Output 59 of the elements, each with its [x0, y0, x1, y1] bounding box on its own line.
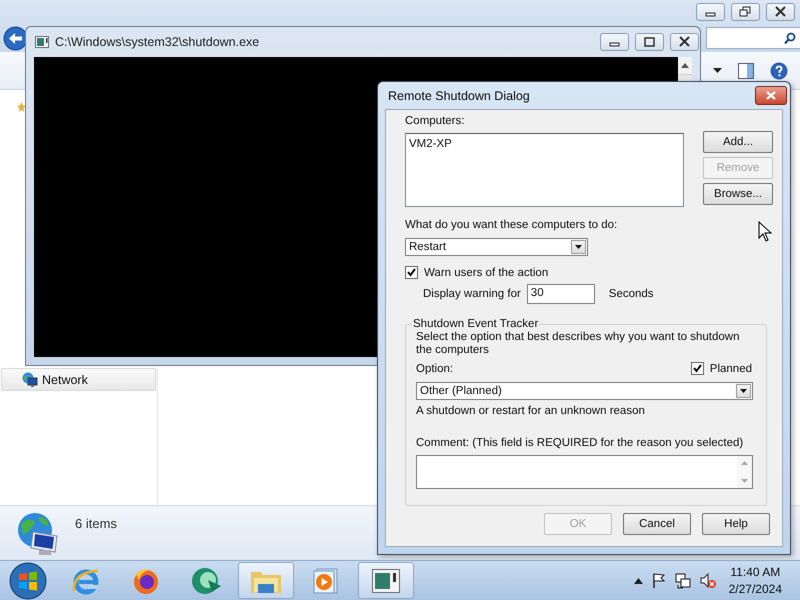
- network-globe-icon: [17, 512, 59, 556]
- help-icon[interactable]: [770, 62, 788, 80]
- dropdown[interactable]: Restart: [405, 238, 588, 256]
- warning-label: Display warning for: [423, 288, 521, 300]
- close-button[interactable]: [766, 3, 795, 21]
- computer-list[interactable]: VM2-XP: [405, 133, 684, 207]
- instructions-text: Select the option that best describes why you want to shutdown the computers: [416, 331, 740, 357]
- maximize-button[interactable]: [635, 33, 664, 51]
- seconds-field[interactable]: 30: [526, 284, 595, 304]
- reason-description: A shutdown or restart for an unknown reason: [416, 405, 646, 417]
- taskbar-button[interactable]: [358, 562, 414, 599]
- mouse-pointer-icon: [758, 221, 772, 242]
- side-button[interactable]: Add...: [703, 131, 773, 153]
- computers-label: Computers:: [405, 115, 466, 127]
- scroll-up-button[interactable]: [678, 57, 692, 75]
- checkbox-label: Planned: [710, 362, 752, 374]
- restore-button[interactable]: [731, 3, 760, 21]
- dropdown-arrow-icon[interactable]: [575, 245, 582, 249]
- console-icon: [35, 36, 49, 48]
- network-status-icon[interactable]: [674, 572, 691, 588]
- show-hidden-icons-icon[interactable]: [634, 578, 643, 584]
- sphere-app-icon: [190, 566, 222, 596]
- search-icon: [784, 32, 796, 44]
- window-title: C:\Windows\system32\shutdown.exe: [55, 35, 260, 49]
- taskbar-button[interactable]: [238, 562, 294, 599]
- muted-speaker-icon[interactable]: [700, 572, 716, 588]
- dialog-button[interactable]: Cancel: [623, 513, 691, 535]
- comment-label: Comment: (This field is REQUIRED for the reason you selected): [416, 437, 744, 449]
- caret-icon[interactable]: [713, 68, 722, 74]
- seconds-label: Seconds: [608, 288, 654, 300]
- dialog-button[interactable]: Help: [702, 513, 770, 535]
- group-title: Shutdown Event Tracker: [412, 318, 540, 330]
- start-button[interactable]: [8, 562, 48, 600]
- close-button[interactable]: [755, 86, 787, 105]
- dropdown[interactable]: Other (Planned): [416, 382, 753, 400]
- dropdown-arrow-icon[interactable]: [740, 389, 747, 393]
- close-button[interactable]: [670, 33, 699, 51]
- console-window-icon: [372, 568, 400, 592]
- close-icon: [766, 91, 776, 100]
- dialog-title: Remote Shutdown Dialog: [388, 88, 530, 102]
- search-field[interactable]: [706, 27, 800, 49]
- option-label: Option:: [416, 362, 454, 374]
- network-icon: [22, 372, 38, 388]
- action-label: What do you want these computers to do:: [405, 219, 618, 231]
- clock[interactable]: 11:40 AM 2/27/2024: [728, 564, 782, 598]
- media-player-icon: [313, 566, 339, 594]
- side-button[interactable]: Browse...: [703, 183, 773, 205]
- preview-pane-icon[interactable]: [738, 62, 754, 78]
- list-item[interactable]: VM2-XP: [409, 137, 680, 151]
- checkbox-label: Warn users of the action: [424, 266, 548, 278]
- checkbox[interactable]: [405, 266, 418, 279]
- minimize-button[interactable]: [696, 3, 725, 21]
- checkbox[interactable]: [690, 362, 704, 375]
- star-icon: [17, 102, 26, 112]
- nav-item[interactable]: Network: [1, 368, 156, 391]
- item-count: 6 items: [75, 516, 117, 531]
- minimize-button[interactable]: [600, 33, 629, 51]
- flag-icon[interactable]: [652, 573, 666, 588]
- up-arrow-icon: [681, 63, 689, 68]
